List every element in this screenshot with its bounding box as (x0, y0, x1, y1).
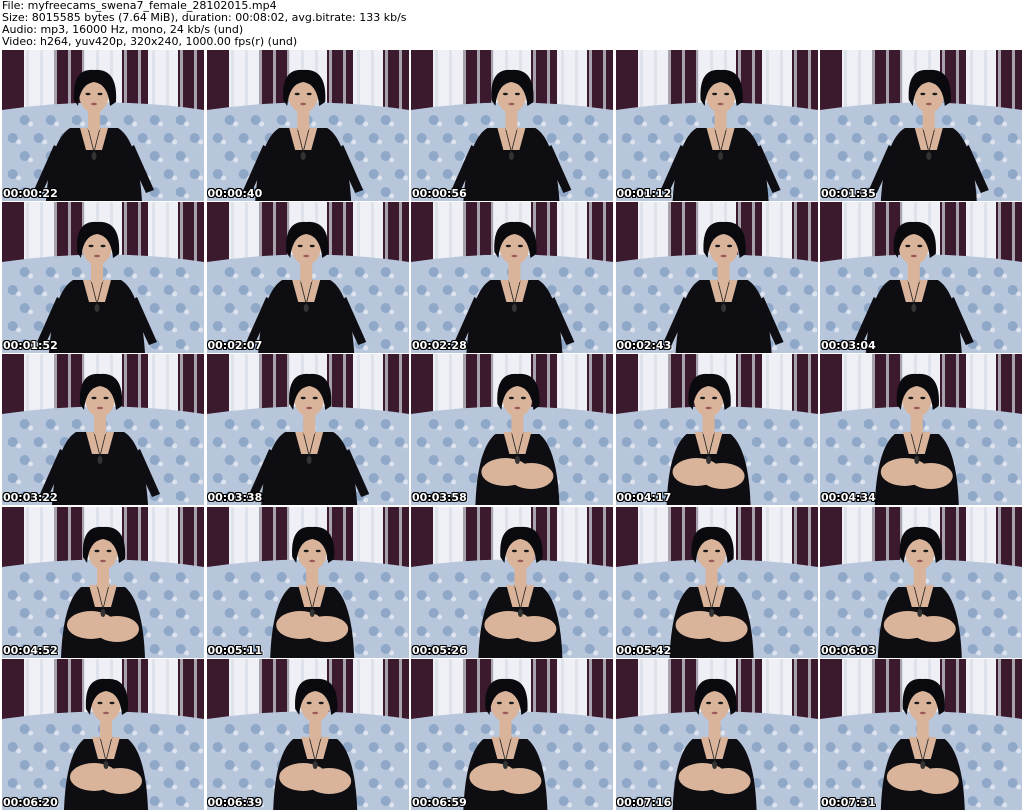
frame-scene-image (615, 50, 818, 201)
frame-scene-image (820, 506, 1022, 658)
frame-timestamp: 00:01:12 (616, 187, 672, 200)
frame-scene-image (820, 354, 1022, 506)
frame-scene-image (2, 506, 204, 658)
frame-scene-image (2, 658, 204, 810)
frame-scene-image (206, 50, 409, 201)
video-frame-thumbnail[interactable]: 00:03:58 (411, 354, 613, 506)
video-frame-thumbnail[interactable]: 00:03:04 (820, 202, 1022, 354)
frame-timestamp: 00:02:07 (207, 339, 263, 353)
video-frame-thumbnail[interactable]: 00:00:40 (206, 50, 409, 201)
thumbnail-grid: 00:00:22 00:00:40 00:00:56 00:01:12 00:01:35… (2, 50, 1022, 810)
video-info-header: File: myfreecams_swena7_female_28102015.… (2, 0, 1022, 50)
frame-timestamp: 00:04:34 (821, 491, 876, 505)
frame-timestamp: 00:00:40 (207, 187, 263, 200)
video-frame-thumbnail[interactable]: 00:01:12 (615, 50, 818, 201)
frame-scene-image (820, 658, 1022, 810)
frame-scene-image (615, 354, 818, 506)
frame-timestamp: 00:01:52 (3, 339, 58, 353)
video-frame-thumbnail[interactable]: 00:05:42 (615, 506, 818, 658)
frame-scene-image (411, 50, 613, 201)
frame-timestamp: 00:03:38 (207, 491, 263, 505)
video-frame-thumbnail[interactable]: 00:05:26 (411, 506, 613, 658)
video-frame-thumbnail[interactable]: 00:01:35 (820, 50, 1022, 201)
video-frame-thumbnail[interactable]: 00:04:52 (2, 506, 204, 658)
video-frame-thumbnail[interactable]: 00:02:28 (411, 202, 613, 354)
frame-scene-image (411, 354, 613, 506)
frame-scene-image (206, 202, 409, 354)
video-frame-thumbnail[interactable]: 00:01:52 (2, 202, 204, 354)
frame-scene-image (820, 50, 1022, 201)
frame-timestamp: 00:03:04 (821, 339, 876, 353)
video-frame-thumbnail[interactable]: 00:00:22 (2, 50, 204, 201)
video-frame-thumbnail[interactable]: 00:02:07 (206, 202, 409, 354)
frame-timestamp: 00:02:43 (616, 339, 672, 353)
frame-scene-image (820, 202, 1022, 354)
frame-scene-image (206, 506, 409, 658)
video-frame-thumbnail[interactable]: 00:06:03 (820, 506, 1022, 658)
video-frame-thumbnail[interactable]: 00:06:59 (411, 658, 613, 810)
video-frame-thumbnail[interactable]: 00:07:16 (615, 658, 818, 810)
video-info-line: Video: h264, yuv420p, 320x240, 1000.00 f… (2, 35, 298, 48)
frame-timestamp: 00:00:56 (412, 187, 467, 200)
video-frame-thumbnail[interactable]: 00:06:39 (206, 658, 409, 810)
frame-timestamp: 00:02:28 (412, 339, 467, 353)
frame-scene-image (2, 202, 204, 354)
video-frame-thumbnail[interactable]: 00:02:43 (615, 202, 818, 354)
frame-scene-image (2, 50, 204, 201)
frame-timestamp: 00:04:52 (3, 643, 58, 657)
frame-timestamp: 00:06:59 (412, 795, 467, 809)
video-frame-thumbnail[interactable]: 00:07:31 (820, 658, 1022, 810)
video-frame-thumbnail[interactable]: 00:04:17 (615, 354, 818, 506)
frame-scene-image (615, 506, 818, 658)
frame-scene-image (206, 658, 409, 810)
frame-scene-image (615, 658, 818, 810)
video-frame-thumbnail[interactable]: 00:03:22 (2, 354, 204, 506)
frame-timestamp: 00:06:20 (3, 795, 58, 809)
frame-timestamp: 00:03:58 (412, 491, 467, 505)
frame-timestamp: 00:04:17 (616, 491, 672, 505)
frame-timestamp: 00:03:22 (3, 491, 58, 505)
video-frame-thumbnail[interactable]: 00:03:38 (206, 354, 409, 506)
video-frame-thumbnail[interactable]: 00:00:56 (411, 50, 613, 201)
frame-scene-image (411, 506, 613, 658)
video-frame-thumbnail[interactable]: 00:04:34 (820, 354, 1022, 506)
frame-timestamp: 00:05:42 (616, 643, 672, 657)
frame-timestamp: 00:05:26 (412, 643, 467, 657)
frame-timestamp: 00:07:16 (616, 795, 672, 809)
frame-timestamp: 00:07:31 (821, 795, 876, 809)
frame-scene-image (2, 354, 204, 506)
frame-scene-image (411, 202, 613, 354)
frame-timestamp: 00:05:11 (207, 643, 263, 657)
frame-scene-image (411, 658, 613, 810)
frame-scene-image (206, 354, 409, 506)
video-frame-thumbnail[interactable]: 00:05:11 (206, 506, 409, 658)
frame-timestamp: 00:06:03 (821, 643, 876, 657)
frame-timestamp: 00:01:35 (821, 187, 876, 200)
frame-timestamp: 00:00:22 (3, 187, 58, 200)
frame-scene-image (615, 202, 818, 354)
frame-timestamp: 00:06:39 (207, 795, 263, 809)
video-frame-thumbnail[interactable]: 00:06:20 (2, 658, 204, 810)
